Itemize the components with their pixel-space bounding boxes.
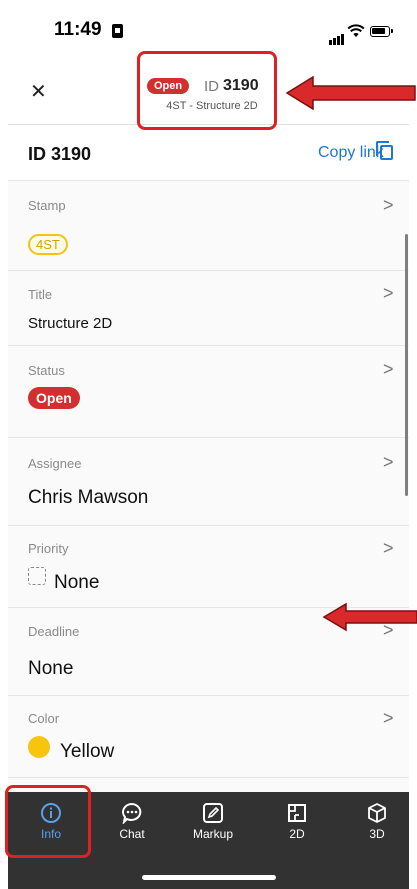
wifi-icon [347, 24, 365, 37]
color-swatch [28, 736, 50, 758]
priority-none-icon [28, 567, 46, 585]
nav-label: Chat [119, 827, 145, 841]
field-status[interactable]: Status > Open [8, 345, 409, 428]
stamp-badge: 4ST [28, 234, 68, 255]
field-label: Status [28, 363, 65, 378]
color-value: Yellow [60, 741, 115, 762]
chevron-right-icon: > [383, 359, 394, 379]
plan-2d-icon [288, 804, 306, 822]
field-label: Color [28, 711, 60, 726]
issue-id-title: ID 3190 [28, 144, 92, 164]
chevron-right-icon: > [383, 283, 394, 303]
chevron-right-icon: > [383, 195, 394, 215]
annotation-highlight-box [137, 51, 277, 130]
field-title[interactable]: Title > Structure 2D [8, 270, 409, 343]
phone-screen: 11:49 ✕ Open ID 3190 4ST - Structure 2D … [8, 0, 409, 889]
field-stamp[interactable]: Stamp > 4ST [8, 180, 409, 257]
markup-icon [203, 803, 223, 823]
scrollbar[interactable] [405, 234, 408, 496]
field-label: Title [28, 287, 53, 302]
home-indicator [142, 875, 276, 880]
field-label: Deadline [28, 624, 80, 639]
clock: 11:49 [54, 19, 102, 40]
priority-value: None [54, 572, 100, 593]
nav-item-chat[interactable]: Chat [102, 802, 162, 841]
nav-item-3d[interactable]: 3D [347, 802, 407, 841]
assignee-value: Chris Mawson [28, 487, 149, 508]
nav-label: 2D [289, 827, 305, 841]
close-icon[interactable]: ✕ [30, 82, 47, 102]
chevron-right-icon: > [383, 538, 394, 558]
chevron-right-icon: > [383, 708, 394, 728]
cellular-signal-icon [329, 27, 345, 45]
annotation-highlight-box [5, 785, 91, 858]
copy-link-button[interactable]: Copy link [318, 144, 384, 162]
field-label: Priority [28, 541, 69, 556]
chat-icon [122, 802, 142, 824]
chevron-right-icon: > [383, 452, 394, 472]
nav-label: Markup [192, 827, 233, 841]
field-label: Assignee [28, 456, 82, 471]
deadline-value: None [28, 658, 74, 679]
id-section: ID 3190 Copy link [8, 124, 409, 181]
nav-item-2d[interactable]: 2D [267, 802, 327, 841]
sim-card-icon [112, 24, 123, 38]
copy-icon[interactable] [376, 141, 393, 160]
field-assignee[interactable]: Assignee > Chris Mawson [8, 437, 409, 519]
annotation-arrow-icon [322, 602, 417, 632]
nav-item-markup[interactable]: Markup [183, 802, 243, 841]
status-bar: 11:49 [8, 0, 409, 58]
field-color[interactable]: Color > Yellow [8, 695, 409, 777]
nav-label: 3D [369, 827, 385, 841]
annotation-arrow-icon [285, 75, 416, 111]
status-badge: Open [28, 387, 80, 409]
cube-3d-icon [368, 803, 386, 823]
field-label: Stamp [28, 198, 66, 213]
title-value: Structure 2D [28, 315, 113, 332]
field-priority[interactable]: Priority > None [8, 525, 409, 607]
battery-icon [370, 26, 393, 37]
